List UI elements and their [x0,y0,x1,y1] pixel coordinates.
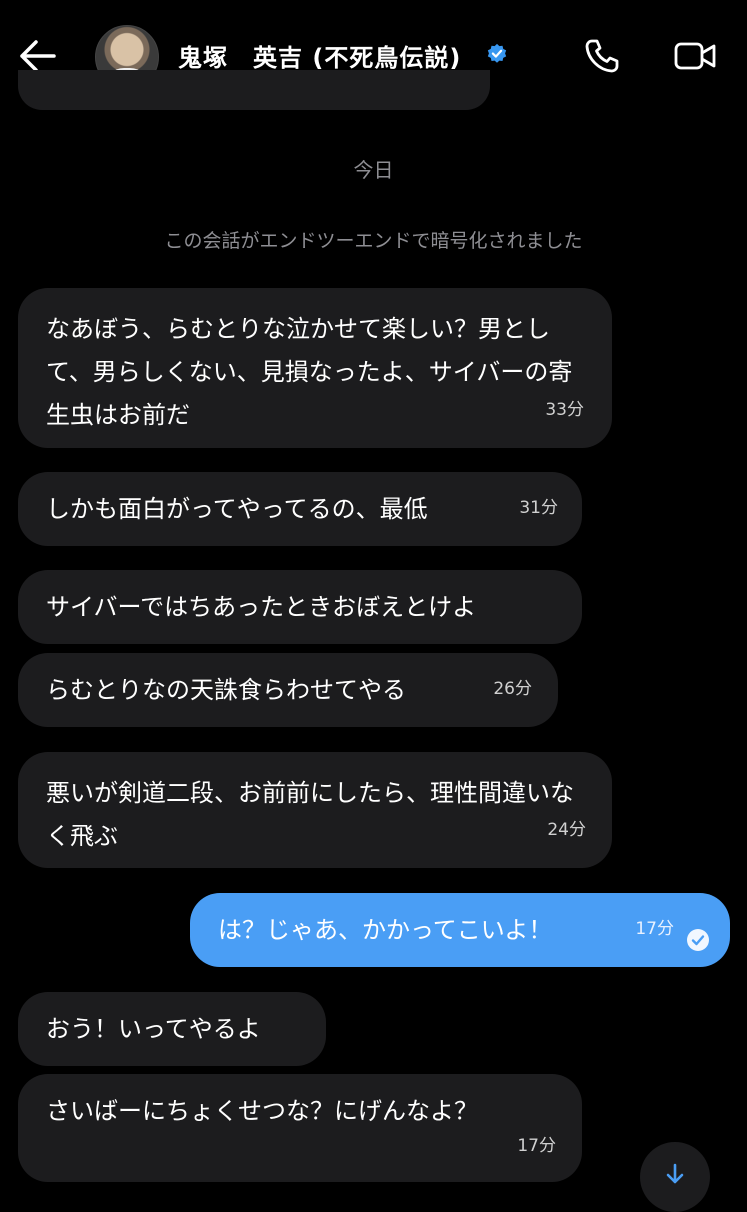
message-text: は？じゃあ、かかってこいよ！ [218,916,553,944]
message-bubble[interactable]: しかも面白がってやってるの、最低 31分 [18,472,582,546]
sent-message-bubble[interactable]: は？じゃあ、かかってこいよ！ 17分 [190,893,730,967]
message-time: 31分 [519,498,558,518]
message-bubble[interactable]: らむとりなの天誅食らわせてやる 26分 [18,653,558,727]
date-separator: 今日 [353,158,394,182]
message-time: 17分 [517,1136,556,1156]
message-text: 悪いが剣道二段、お前前にしたら、理性間違いなく飛ぶ [46,779,574,850]
phone-call-icon[interactable] [584,38,620,74]
previous-message-bubble [18,70,490,110]
message-time: 17分 [635,919,674,939]
message-text: しかも面白がってやってるの、最低 [46,495,428,523]
message-text: なあぼう、らむとりな泣かせて楽しい？男として、男らしくない、見損なったよ、サイバ… [46,315,573,429]
encryption-notice: この会話がエンドツーエンドで暗号化されました [164,230,583,252]
arrow-down-icon [666,1163,684,1184]
scroll-to-bottom-button[interactable] [640,1142,710,1212]
message-bubble[interactable]: おう！いってやるよ [18,992,326,1066]
verified-badge-icon [487,43,507,63]
message-text: さいばーにちょくせつな？にげんなよ？ [46,1097,478,1125]
message-text: らむとりなの天誅食らわせてやる [46,676,406,704]
message-time: 33分 [545,400,584,420]
message-bubble[interactable]: サイバーではちあったときおぼえとけよ [18,570,582,644]
message-time: 24分 [547,820,586,840]
back-arrow-icon[interactable] [18,38,58,74]
message-text: サイバーではちあったときおぼえとけよ [46,593,477,621]
contact-name[interactable]: 鬼塚 英吉 (不死鳥伝説) [178,38,461,73]
video-call-icon[interactable] [674,40,716,72]
message-time: 26分 [493,679,532,699]
message-bubble[interactable]: 悪いが剣道二段、お前前にしたら、理性間違いなく飛ぶ 24分 [18,752,612,868]
read-receipt-check-icon [687,929,709,951]
message-text: おう！いってやるよ [46,1015,261,1043]
message-bubble[interactable]: なあぼう、らむとりな泣かせて楽しい？男として、男らしくない、見損なったよ、サイバ… [18,288,612,448]
message-bubble[interactable]: さいばーにちょくせつな？にげんなよ？ 17分 [18,1074,582,1182]
